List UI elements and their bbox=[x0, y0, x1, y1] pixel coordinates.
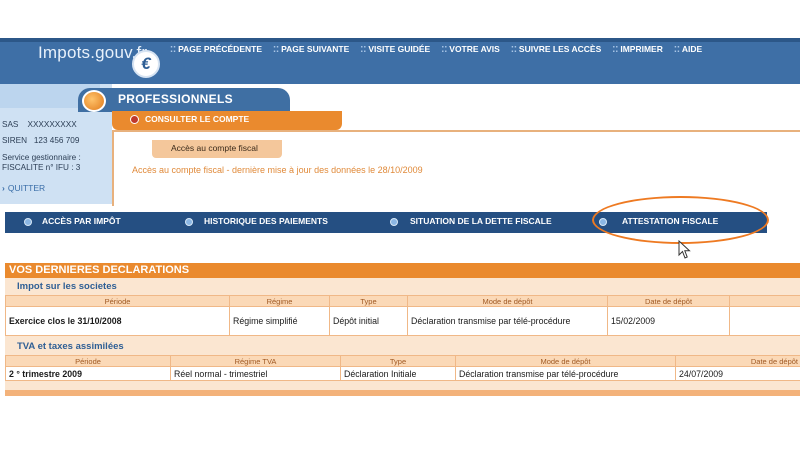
table-cell: Dépôt initial bbox=[329, 306, 408, 336]
orange-circle-icon bbox=[82, 90, 106, 112]
topnav-previous-page[interactable]: ⁚⁚ PAGE PRÉCÉDENTE bbox=[170, 44, 262, 54]
site-logo-text[interactable]: Impots.gouv.fr bbox=[38, 43, 147, 63]
column-header bbox=[729, 295, 800, 307]
table-header-row: Période Régime Type Mode de dépôt Date d… bbox=[5, 295, 800, 307]
column-header: Mode de dépôt bbox=[455, 355, 676, 367]
bullet-icon: ⁚⁚ bbox=[170, 45, 177, 54]
column-header: Date de dépôt bbox=[607, 295, 730, 307]
table-cell: 24/07/2009 bbox=[675, 366, 800, 381]
bullet-icon: ⁚⁚ bbox=[612, 45, 619, 54]
corporate-tax-table: Période Régime Type Mode de dépôt Date d… bbox=[5, 295, 800, 336]
table-cell: Déclaration transmise par télé-procédure bbox=[407, 306, 608, 336]
table-row[interactable]: 2 ° trimestre 2009 Réel normal - trimest… bbox=[5, 366, 800, 381]
table-cell: Exercice clos le 31/10/2008 bbox=[5, 306, 230, 336]
declarations-title: VOS DERNIERES DECLARATIONS bbox=[9, 264, 190, 276]
mouse-cursor-icon bbox=[678, 240, 691, 259]
bullet-icon: ⁚⁚ bbox=[441, 45, 448, 54]
bullet-icon: ⁚⁚ bbox=[273, 45, 280, 54]
consult-account-label: CONSULTER LE COMPTE bbox=[145, 114, 250, 124]
column-header: Régime bbox=[229, 295, 330, 307]
topnav-next-page[interactable]: ⁚⁚ PAGE SUIVANTE bbox=[273, 44, 349, 54]
column-header: Régime TVA bbox=[170, 355, 341, 367]
column-header: Période bbox=[5, 355, 171, 367]
table-cell: Déclaration Initiale bbox=[340, 366, 456, 381]
top-navigation: ⁚⁚ PAGE PRÉCÉDENTE ⁚⁚ PAGE SUIVANTE ⁚⁚ VISI… bbox=[170, 44, 702, 54]
topnav-guided-tour[interactable]: ⁚⁚ VISITE GUIDÉE bbox=[360, 44, 430, 54]
nav-payment-history[interactable]: HISTORIQUE DES PAIEMENTS bbox=[204, 216, 328, 226]
topnav-help[interactable]: ⁚⁚ AIDE bbox=[674, 44, 702, 54]
topnav-track-access[interactable]: ⁚⁚ SUIVRE LES ACCÈS bbox=[511, 44, 601, 54]
nav-bullet-icon bbox=[390, 218, 398, 226]
table-cell: Régime simplifié bbox=[229, 306, 330, 336]
quit-link[interactable]: › QUITTER bbox=[2, 183, 45, 193]
nav-bullet-icon bbox=[24, 218, 32, 226]
table-cell: Réel normal - trimestriel bbox=[170, 366, 341, 381]
table-cell: Déclaration transmise par télé-procédure bbox=[455, 366, 676, 381]
column-header: Date de dépôt bbox=[675, 355, 800, 367]
siren-line: SIREN 123 456 709 bbox=[2, 136, 80, 145]
highlight-circle bbox=[592, 196, 769, 244]
last-update-text: Accès au compte fiscal - dernière mise à… bbox=[132, 165, 423, 175]
service-label: Service gestionnaire : bbox=[2, 153, 81, 162]
table-row[interactable]: Exercice clos le 31/10/2008 Régime simpl… bbox=[5, 306, 800, 336]
column-header: Période bbox=[5, 295, 230, 307]
service-value: FISCALITE n° IFU : 3 bbox=[2, 163, 81, 172]
table-cell: 2 ° trimestre 2009 bbox=[5, 366, 171, 381]
column-header: Type bbox=[340, 355, 456, 367]
column-header: Type bbox=[329, 295, 408, 307]
bullet-icon: ⁚⁚ bbox=[360, 45, 367, 54]
red-dot-icon bbox=[130, 115, 139, 124]
table-cell: 15/02/2009 bbox=[607, 306, 730, 336]
nav-bullet-icon bbox=[185, 218, 193, 226]
column-header: Mode de dépôt bbox=[407, 295, 608, 307]
nav-access-by-tax[interactable]: ACCÈS PAR IMPÔT bbox=[42, 216, 121, 226]
vat-table: Période Régime TVA Type Mode de dépôt Da… bbox=[5, 355, 800, 381]
bullet-icon: ⁚⁚ bbox=[510, 45, 517, 54]
company-name-line: SAS XXXXXXXXX bbox=[2, 120, 77, 129]
nav-tax-debt-situation[interactable]: SITUATION DE LA DETTE FISCALE bbox=[410, 216, 552, 226]
bullet-icon: ⁚⁚ bbox=[673, 45, 680, 54]
topnav-print[interactable]: ⁚⁚ IMPRIMER bbox=[612, 44, 663, 54]
table-header-row: Période Régime TVA Type Mode de dépôt Da… bbox=[5, 355, 800, 367]
section-title: PROFESSIONNELS bbox=[118, 92, 233, 106]
fiscal-account-tab-label: Accès au compte fiscal bbox=[171, 143, 258, 153]
chevron-right-icon: › bbox=[2, 183, 5, 193]
euro-logo-icon[interactable]: € bbox=[132, 50, 160, 78]
declarations-footer bbox=[5, 390, 800, 396]
topnav-feedback[interactable]: ⁚⁚ VOTRE AVIS bbox=[441, 44, 500, 54]
vat-subtitle: TVA et taxes assimilées bbox=[17, 341, 124, 352]
corporate-tax-subtitle: Impot sur les societes bbox=[17, 281, 117, 292]
table-cell bbox=[729, 306, 800, 336]
top-header-border bbox=[0, 38, 800, 42]
